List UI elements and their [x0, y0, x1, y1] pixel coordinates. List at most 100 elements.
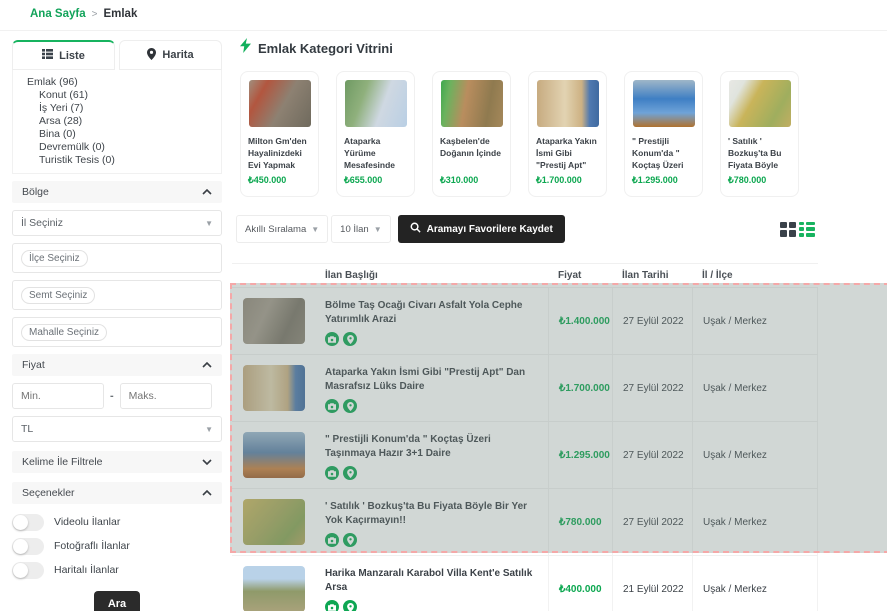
table-row[interactable]: ' Satılık ' Bozkuş'ta Bu Fiyata Böyle Bi…: [232, 489, 818, 556]
section-fiyat[interactable]: Fiyat: [12, 354, 222, 376]
showcase-title: Emlak Kategori Vitrini: [258, 41, 393, 56]
ilce-placeholder: İlçe Seçiniz: [21, 250, 88, 267]
semt-input[interactable]: Semt Seçiniz: [12, 280, 222, 310]
location-badge-icon[interactable]: [343, 600, 357, 611]
tab-liste[interactable]: Liste: [12, 40, 115, 70]
card-price: ₺655.000: [344, 175, 407, 186]
range-separator: -: [110, 390, 114, 402]
category-list: Emlak (96) Konut (61) İş Yeri (7) Arsa (…: [12, 70, 222, 174]
showcase-card[interactable]: Kaşbelen'de Doğanın İçinde ₺310.000: [432, 71, 511, 197]
showcase-header: Emlak Kategori Vitrini: [240, 38, 887, 58]
section-kelime[interactable]: Kelime İle Filtrele: [12, 451, 222, 473]
price-max-input[interactable]: [120, 383, 212, 409]
card-price: ₺1.295.000: [632, 175, 695, 186]
toggle-switch-off[interactable]: [12, 514, 44, 531]
chevron-up-icon: [202, 359, 212, 371]
toggle-switch-off[interactable]: [12, 538, 44, 555]
location-badge-icon[interactable]: [343, 533, 357, 547]
toggle-label: Fotoğraflı İlanlar: [54, 540, 130, 552]
currency-select[interactable]: TL ▼: [12, 416, 222, 442]
map-pin-icon: [147, 48, 156, 63]
showcase-card[interactable]: ' Satılık ' Bozkuş'ta Bu Fiyata Böyle ₺7…: [720, 71, 799, 197]
breadcrumb: Ana Sayfa > Emlak: [30, 8, 137, 20]
listing-thumbnail[interactable]: [243, 499, 305, 545]
caret-down-icon: ▼: [374, 225, 382, 234]
category-devremulk[interactable]: Devremülk (0): [27, 141, 221, 154]
card-price: ₺450.000: [248, 175, 311, 186]
section-secenekler[interactable]: Seçenekler: [12, 482, 222, 504]
photo-badge-icon[interactable]: [325, 533, 339, 547]
location-badge-icon[interactable]: [343, 399, 357, 413]
listing-badges: [325, 600, 538, 611]
table-header-row: İlan Başlığı Fiyat İlan Tarihi İl / İlçe: [232, 263, 818, 288]
breadcrumb-home-link[interactable]: Ana Sayfa: [30, 8, 86, 20]
category-arsa[interactable]: Arsa (28): [27, 115, 221, 128]
listing-thumbnail[interactable]: [243, 365, 305, 411]
listing-badges: [325, 332, 538, 346]
list-view-icon[interactable]: [799, 222, 815, 237]
tab-harita[interactable]: Harita: [119, 40, 222, 70]
listing-date: 27 Eylül 2022: [612, 422, 692, 488]
listing-location: Uşak / Merkez: [692, 355, 818, 421]
il-select[interactable]: İl Seçiniz ▼: [12, 210, 222, 236]
sort-select[interactable]: Akıllı Sıralama ▼: [236, 215, 328, 243]
search-button[interactable]: Ara: [94, 591, 140, 611]
table-row[interactable]: Bölme Taş Ocağı Civarı Asfalt Yola Cephe…: [232, 288, 818, 355]
card-title: ' Satılık ' Bozkuş'ta Bu Fiyata Böyle: [728, 135, 791, 171]
caret-down-icon: ▼: [311, 225, 319, 234]
category-turistik-tesis[interactable]: Turistik Tesis (0): [27, 154, 221, 167]
showcase-card[interactable]: " Prestijli Konum'da " Koçtaş Üzeri ₺1.2…: [624, 71, 703, 197]
listing-thumbnail[interactable]: [243, 298, 305, 344]
header-fiyat: Fiyat: [548, 270, 612, 281]
toggle-fotografli-ilanlar[interactable]: Fotoğraflı İlanlar: [12, 537, 222, 555]
category-is-yeri[interactable]: İş Yeri (7): [27, 102, 221, 115]
listing-price: ₺780.000: [548, 489, 612, 555]
listing-thumbnail[interactable]: [243, 566, 305, 611]
tab-harita-label: Harita: [162, 49, 193, 61]
listing-photo: [729, 80, 791, 127]
listing-photo: [633, 80, 695, 127]
section-bolge[interactable]: Bölge: [12, 181, 222, 203]
ilce-input[interactable]: İlçe Seçiniz: [12, 243, 222, 273]
location-badge-icon[interactable]: [343, 332, 357, 346]
save-search-button[interactable]: Aramayı Favorilere Kaydet: [398, 215, 565, 243]
currency-value: TL: [21, 423, 33, 435]
photo-badge-icon[interactable]: [325, 399, 339, 413]
per-page-select[interactable]: 10 İlan ▼: [331, 215, 390, 243]
listing-title: Harika Manzaralı Karabol Villa Kent'e Sa…: [325, 567, 538, 595]
photo-badge-icon[interactable]: [325, 466, 339, 480]
grid-view-icon[interactable]: [780, 222, 796, 237]
table-row[interactable]: " Prestijli Konum'da " Koçtaş Üzeri Taşı…: [232, 422, 818, 489]
price-min-input[interactable]: [12, 383, 104, 409]
showcase-card[interactable]: Milton Gm'den Hayalinizdeki Evi Yapmak ₺…: [240, 71, 319, 197]
toggle-switch-off[interactable]: [12, 562, 44, 579]
listing-location: Uşak / Merkez: [692, 288, 818, 354]
listing-thumbnail[interactable]: [243, 432, 305, 478]
sort-select-value: Akıllı Sıralama: [245, 224, 306, 235]
view-switcher: [780, 222, 815, 237]
price-range: -: [12, 383, 222, 409]
caret-down-icon: ▼: [205, 219, 213, 228]
category-emlak[interactable]: Emlak (96): [27, 76, 221, 89]
il-select-value: İl Seçiniz: [21, 217, 63, 229]
header-il-ilce: İl / İlçe: [692, 270, 818, 281]
category-bina[interactable]: Bina (0): [27, 128, 221, 141]
table-row[interactable]: Ataparka Yakın İsmi Gibi "Prestij Apt" D…: [232, 355, 818, 422]
photo-badge-icon[interactable]: [325, 332, 339, 346]
listing-price: ₺1.700.000: [548, 355, 612, 421]
showcase-card[interactable]: Ataparka Yakın İsmi Gibi "Prestij Apt" ₺…: [528, 71, 607, 197]
photo-badge-icon[interactable]: [325, 600, 339, 611]
toggle-haritali-ilanlar[interactable]: Haritalı İlanlar: [12, 561, 222, 579]
category-konut[interactable]: Konut (61): [27, 89, 221, 102]
location-badge-icon[interactable]: [343, 466, 357, 480]
section-secenekler-label: Seçenekler: [22, 487, 75, 499]
table-row[interactable]: Harika Manzaralı Karabol Villa Kent'e Sa…: [232, 556, 818, 611]
showcase-card[interactable]: Ataparka Yürüme Mesafesinde ₺655.000: [336, 71, 415, 197]
listing-badges: [325, 466, 538, 480]
caret-down-icon: ▼: [205, 425, 213, 434]
mahalle-input[interactable]: Mahalle Seçiniz: [12, 317, 222, 347]
option-toggles: Videolu İlanlar Fotoğraflı İlanlar Harit…: [12, 513, 222, 579]
toggle-videolu-ilanlar[interactable]: Videolu İlanlar: [12, 513, 222, 531]
listing-photo: [345, 80, 407, 127]
card-price: ₺780.000: [728, 175, 791, 186]
